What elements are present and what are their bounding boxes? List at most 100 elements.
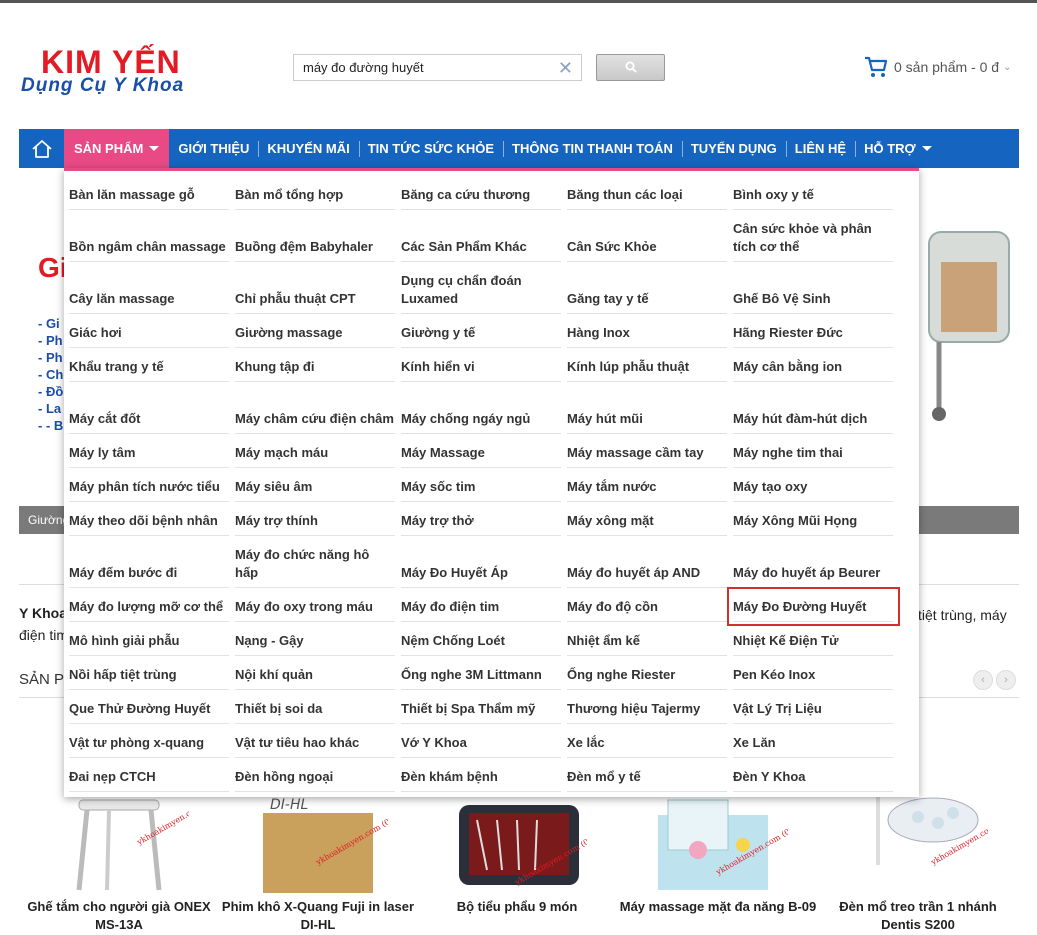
nav-khuyen-mai[interactable]: KHUYẾN MÃI [258,129,358,168]
search-button[interactable] [596,54,665,81]
menu-item[interactable]: Máy hút mũi [567,382,727,434]
menu-item[interactable]: Máy mạch máu [235,434,395,468]
product-card[interactable]: ykhoakimyen.com (028) 3862 1063 Đèn mổ t… [818,795,1018,935]
menu-item[interactable]: Nội khí quản [235,656,395,690]
search-input[interactable] [294,55,544,80]
home-button[interactable] [19,129,64,168]
menu-item[interactable]: Thương hiệu Tajermy [567,690,727,724]
chevron-left-icon[interactable]: ‹ [973,670,993,690]
menu-item[interactable]: Máy ly tâm [69,434,229,468]
menu-item[interactable]: Mô hình giải phẫu [69,622,229,656]
menu-item[interactable]: Máy hút đàm-hút dịch [733,382,893,434]
menu-item[interactable]: Máy theo dõi bệnh nhân [69,502,229,536]
menu-item[interactable]: Máy đo lượng mỡ cơ thể [69,588,229,622]
product-card[interactable]: ykhoakimyen.com (028) 3862 1063 Ghế tắm … [19,795,219,935]
menu-item[interactable]: Máy đo oxy trong máu [235,588,395,622]
menu-item[interactable]: Cân Sức Khỏe [567,210,727,262]
menu-item[interactable]: Kính lúp phẫu thuật [567,348,727,382]
menu-item[interactable]: Vật tư phòng x-quang [69,724,229,758]
nav-tuyen-dung[interactable]: TUYỂN DỤNG [681,129,786,168]
menu-item[interactable]: Máy siêu âm [235,468,395,502]
menu-item[interactable]: Nhiệt Kế Điện Tử [733,622,893,656]
menu-item[interactable]: Chỉ phẫu thuật CPT [235,262,395,314]
menu-item[interactable]: Máy trợ thở [401,502,561,536]
nav-gioi-thieu[interactable]: GIỚI THIỆU [169,129,258,168]
menu-item[interactable]: Xe lắc [567,724,727,758]
product-name[interactable]: Máy massage mặt đa năng B-09 [618,898,818,916]
menu-item[interactable]: Giường y tế [401,314,561,348]
product-card[interactable]: ykhoakimyen.com (028) 3862 1063 Bộ tiểu … [417,795,617,935]
menu-item[interactable]: Đai nẹp CTCH [69,758,229,792]
menu-item[interactable]: Máy tạo oxy [733,468,893,502]
menu-item[interactable]: Dụng cụ chẩn đoán Luxamed [401,262,561,314]
menu-item[interactable]: Máy tắm nước [567,468,727,502]
menu-item[interactable]: Thiết bị soi da [235,690,395,724]
menu-item[interactable]: Đèn Y Khoa [733,758,893,792]
menu-item[interactable]: Máy chống ngáy ngủ [401,382,561,434]
menu-item[interactable]: Nạng - Gậy [235,622,395,656]
product-name[interactable]: Ghế tắm cho người già ONEX MS-13A [19,898,219,934]
menu-item[interactable]: Hãng Riester Đức [733,314,893,348]
menu-item[interactable]: Máy đo chức năng hô hấp [235,536,395,588]
menu-item[interactable]: Khung tập đi [235,348,395,382]
menu-item[interactable]: Pen Kéo Inox [733,656,893,690]
menu-item[interactable]: Bàn mổ tổng hợp [235,176,395,210]
menu-item[interactable]: Ống nghe Riester [567,656,727,690]
menu-item[interactable]: Băng thun các loại [567,176,727,210]
menu-item[interactable]: Que Thử Đường Huyết [69,690,229,724]
menu-item[interactable]: Máy nghe tim thai [733,434,893,468]
menu-item[interactable]: Cân sức khỏe và phân tích cơ thể [733,210,893,262]
menu-item[interactable]: Băng ca cứu thương [401,176,561,210]
menu-item[interactable]: Buồng đệm Babyhaler [235,210,395,262]
menu-item[interactable]: Giường massage [235,314,395,348]
nav-ho-tro[interactable]: HỖ TRỢ [855,129,941,168]
menu-item[interactable]: Bồn ngâm chân massage [69,210,229,262]
menu-item[interactable]: Máy cân bằng ion [733,348,893,382]
nav-thanh-toan[interactable]: THÔNG TIN THANH TOÁN [503,129,682,168]
menu-item[interactable]: Giác hơi [69,314,229,348]
menu-item[interactable]: Xe Lăn [733,724,893,758]
menu-item[interactable]: Nệm Chống Loét [401,622,561,656]
menu-item[interactable]: Ống nghe 3M Littmann [401,656,561,690]
menu-item[interactable]: Máy đo điện tim [401,588,561,622]
menu-item[interactable]: Bàn lăn massage gỗ [69,176,229,210]
menu-item[interactable]: Vớ Y Khoa [401,724,561,758]
cart-summary[interactable]: 0 sản phẩm - 0 đ ⌄ [864,55,1011,79]
menu-item[interactable]: Máy trợ thính [235,502,395,536]
menu-item[interactable]: Đèn hồng ngoại [235,758,395,792]
menu-item[interactable]: Máy massage cầm tay [567,434,727,468]
menu-item[interactable]: Bình oxy y tế [733,176,893,210]
menu-item[interactable]: Vật tư tiêu hao khác [235,724,395,758]
nav-san-pham[interactable]: SẢN PHẨM [64,129,170,168]
menu-item[interactable]: Máy cắt đốt [69,382,229,434]
menu-item[interactable]: Máy Massage [401,434,561,468]
menu-item[interactable]: Nồi hấp tiệt trùng [69,656,229,690]
clear-search-icon[interactable]: ✕ [558,57,573,79]
nav-lien-he[interactable]: LIÊN HỆ [785,129,855,168]
product-card[interactable]: ykhoakimyen.com (028) 3862 1063 Máy mass… [618,795,818,935]
menu-item[interactable]: Các Sản Phẩm Khác [401,210,561,262]
menu-item[interactable]: Máy phân tích nước tiểu [69,468,229,502]
menu-item[interactable]: Máy đếm bước đi [69,536,229,588]
product-name[interactable]: Phim khô X-Quang Fuji in laser DI-HL [218,898,418,934]
menu-item[interactable]: Khẩu trang y tế [69,348,229,382]
menu-item[interactable]: Máy châm cứu điện châm [235,382,395,434]
menu-item[interactable]: Máy đo huyết áp AND [567,536,727,588]
chevron-right-icon[interactable]: › [996,670,1016,690]
menu-item[interactable]: Cây lăn massage [69,262,229,314]
menu-item[interactable]: Đèn mổ y tế [567,758,727,792]
menu-item[interactable]: Đèn khám bệnh [401,758,561,792]
menu-item[interactable]: Máy xông mặt [567,502,727,536]
menu-item[interactable]: Hàng Inox [567,314,727,348]
menu-item[interactable]: Máy Xông Mũi Họng [733,502,893,536]
menu-item[interactable]: Kính hiển vi [401,348,561,382]
menu-item[interactable]: Máy đo huyết áp Beurer [733,536,893,588]
nav-tin-tuc[interactable]: TIN TỨC SỨC KHỎE [358,129,503,168]
menu-item[interactable]: Máy Đo Huyết Áp [401,536,561,588]
menu-item[interactable]: Thiết bị Spa Thẩm mỹ [401,690,561,724]
product-name[interactable]: Bộ tiểu phẩu 9 món [417,898,617,916]
menu-item[interactable]: Ghế Bô Vệ Sinh [733,262,893,314]
product-card[interactable]: DI-HL ykhoakimyen.com (028) 3862 1063 Ph… [218,795,418,935]
menu-item[interactable]: Máy sốc tim [401,468,561,502]
menu-item[interactable]: Nhiệt ẩm kế [567,622,727,656]
